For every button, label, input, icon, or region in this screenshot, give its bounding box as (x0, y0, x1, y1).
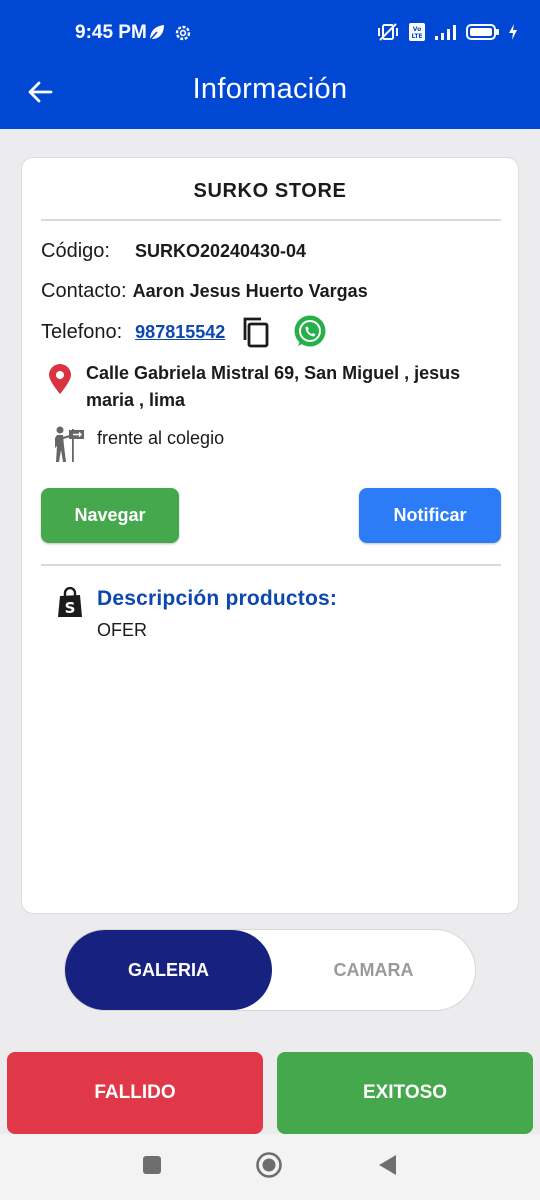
status-bar: 9:45 PM Vo LTE (0, 0, 540, 62)
status-time: 9:45 PM (75, 22, 147, 43)
failed-button[interactable]: FALLIDO (7, 1052, 263, 1134)
battery-icon (466, 23, 500, 46)
reference-sign-icon (52, 424, 88, 469)
svg-text:LTE: LTE (411, 33, 422, 40)
square-icon (141, 1154, 163, 1181)
charging-icon (508, 24, 518, 45)
home-button[interactable] (256, 1151, 282, 1180)
navigate-button[interactable]: Navegar (41, 488, 179, 543)
photo-source-toggle: GALERIA CAMARA (64, 929, 476, 1011)
svg-text:Vo: Vo (413, 26, 421, 33)
page-title: Información (192, 73, 348, 105)
location-pin-icon (47, 363, 73, 400)
recents-button[interactable] (139, 1154, 165, 1180)
svg-text:S: S (65, 599, 76, 617)
notify-button[interactable]: Notificar (359, 488, 501, 543)
signal-icon (434, 23, 458, 46)
copy-icon[interactable] (241, 316, 271, 348)
contact-label: Contacto: (41, 280, 127, 302)
description-title: Descripción productos: (97, 587, 338, 610)
description-value: OFER (97, 620, 148, 640)
reference-text: frente al colegio (97, 428, 225, 448)
store-name: SURKO STORE (193, 180, 347, 202)
code-row: Código: SURKO20240430-04 (41, 240, 306, 263)
leaf-icon (146, 23, 166, 48)
app-bar: Información (0, 62, 540, 129)
phone-row: Telefono: 987815542 (41, 314, 328, 350)
camera-toggle-option[interactable]: CAMARA (272, 930, 475, 1010)
vibrate-off-icon (376, 22, 400, 47)
triangle-back-icon (376, 1153, 398, 1182)
code-value: SURKO20240430-04 (134, 241, 307, 261)
phone-link[interactable]: 987815542 (135, 322, 225, 343)
phone-label: Telefono: (41, 320, 123, 343)
code-label: Código: (41, 240, 110, 262)
divider (41, 564, 501, 566)
store-info-card: SURKO STORE Código: SURKO20240430-04 Con… (21, 157, 519, 914)
success-button[interactable]: EXITOSO (277, 1052, 533, 1134)
contact-value: Aaron Jesus Huerto Vargas (132, 281, 368, 301)
system-back-button[interactable] (374, 1154, 400, 1180)
address-text: Calle Gabriela Mistral 69, San Miguel , … (86, 363, 461, 410)
gallery-toggle-option[interactable]: GALERIA (65, 930, 272, 1010)
volte-icon: Vo LTE (408, 22, 426, 47)
whatsapp-icon[interactable] (292, 314, 328, 350)
system-nav-bar (0, 1134, 540, 1200)
shopify-bag-icon: S (56, 586, 84, 624)
gear-icon (174, 24, 192, 47)
contact-row: Contacto: Aaron Jesus Huerto Vargas (41, 280, 368, 303)
divider (41, 219, 501, 221)
circle-home-icon (255, 1151, 283, 1184)
